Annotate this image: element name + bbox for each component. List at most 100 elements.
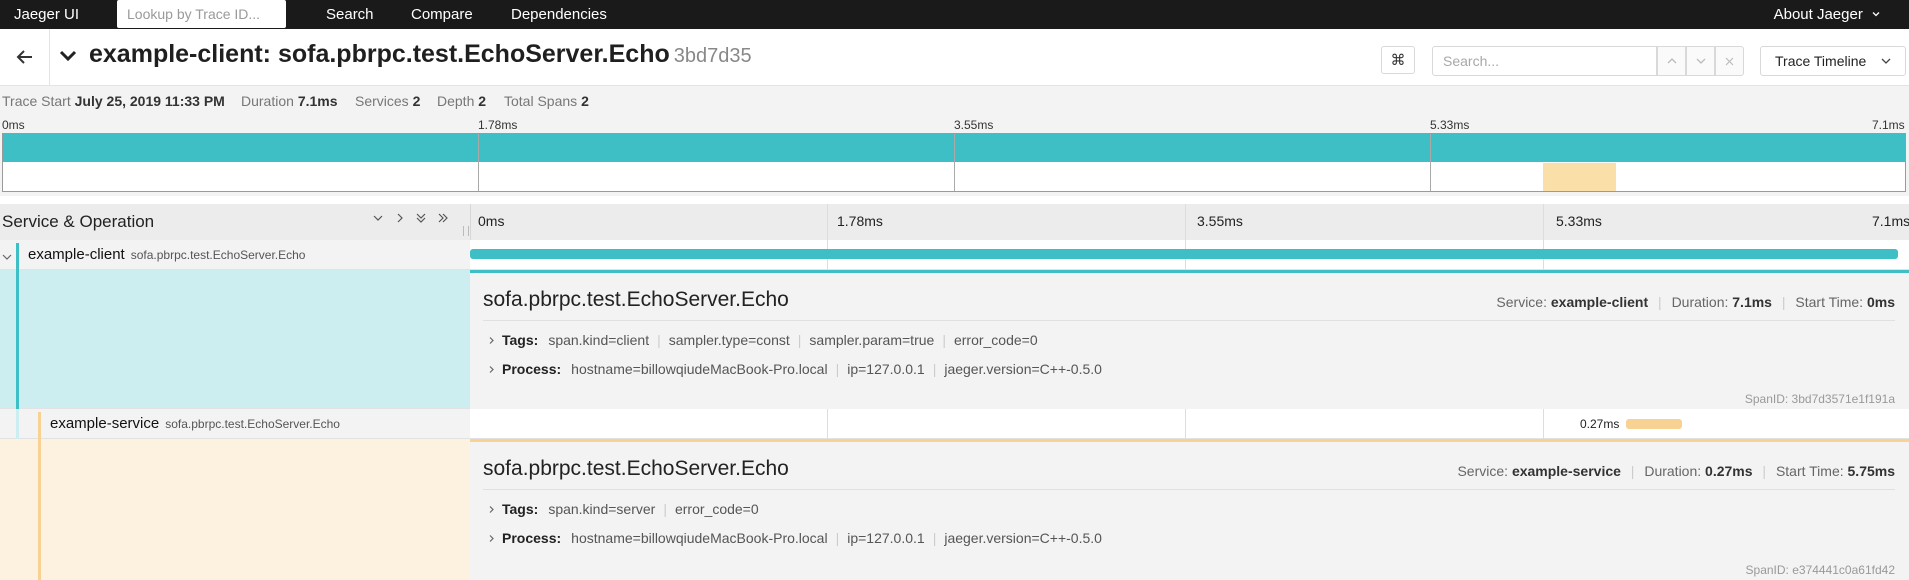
minimap-span-bar-service [1543,163,1616,191]
span-name-client[interactable]: example-client sofa.pbrpc.test.EchoServer… [28,246,305,263]
about-label: About Jaeger [1773,6,1863,23]
header-gridline [827,204,828,240]
collapse-one-icon[interactable] [372,211,384,227]
process-item: hostname=billowqiudeMacBook-Pro.local [571,361,828,377]
tag-item: sampler.param=true [809,332,935,348]
span-bar-service[interactable] [1626,419,1682,429]
nav-dependencies[interactable]: Dependencies [511,6,607,23]
span-bar-client[interactable] [470,249,1898,259]
chevron-right-icon [489,337,494,344]
span-id: SpanID: 3bd7d3571e1f191a [1744,392,1895,406]
process-row[interactable]: Process: hostname=billowqiudeMacBook-Pro.… [487,361,1110,377]
trace-title-text: example-client: sofa.pbrpc.test.EchoServ… [89,40,670,68]
process-item: jaeger.version=C++-0.5.0 [944,361,1102,377]
next-match-button[interactable] [1686,46,1715,76]
column-resizer[interactable] [463,226,469,236]
process-item: ip=127.0.0.1 [847,530,925,546]
service-operation-header: Service & Operation [2,212,155,231]
nav-search[interactable]: Search [326,6,374,23]
row-gridline [1543,409,1544,439]
trace-header: example-client: sofa.pbrpc.test.EchoServ… [0,29,1909,86]
collapse-all-icon[interactable] [415,211,427,227]
minimap-tick: 5.33ms [1430,118,1470,132]
process-row[interactable]: Process: hostname=billowqiudeMacBook-Pro.… [487,530,1110,546]
trace-depth: Depth 2 [437,93,487,109]
timeline-tick: 1.78ms [837,213,883,229]
close-icon [1725,57,1734,65]
brand-logo[interactable]: Jaeger UI [14,6,79,23]
about-jaeger-menu[interactable]: About Jaeger [1774,6,1881,23]
span-color-bar-client-detail [16,270,19,409]
view-mode-label: Trace Timeline [1775,53,1867,69]
span-service: example-client [28,246,125,263]
trace-total-spans: Total Spans 2 [504,93,589,109]
arrow-left-icon [16,50,32,64]
chevron-down-icon [1872,12,1880,17]
top-nav: Jaeger UI Search Compare Dependencies Ab… [0,0,1909,29]
view-mode-select[interactable]: Trace Timeline [1760,46,1906,76]
trace-id-lookup-input[interactable] [117,0,286,28]
span-operation: sofa.pbrpc.test.EchoServer.Echo [165,417,340,431]
prev-match-button[interactable] [1657,46,1686,76]
clear-search-button[interactable] [1715,46,1744,76]
chevron-down-icon [1881,58,1891,64]
tree-indent-guide [16,409,19,439]
detail-title: sofa.pbrpc.test.EchoServer.Echo [483,457,789,480]
minimap-tick: 3.55ms [954,118,994,132]
detail-meta: Service: example-client | Duration: 7.1m… [1496,294,1895,310]
chevron-right-icon [489,535,494,542]
chevron-right-icon [489,366,494,373]
chevron-down-icon[interactable] [2,249,12,267]
timeline-tick: 0ms [478,213,505,229]
tags-row[interactable]: Tags: span.kind=server | error_code=0 [487,501,767,517]
minimap-gridline [954,134,955,191]
span-id: SpanID: e374441c0a61fd42 [1745,563,1895,577]
detail-divider [483,320,1895,321]
minimap-tick: 1.78ms [478,118,518,132]
detail-divider [483,489,1895,490]
header-gridline [1185,204,1186,240]
timeline-tick: 5.33ms [1556,213,1602,229]
tag-item: error_code=0 [674,501,759,517]
expand-one-icon[interactable] [394,211,406,227]
detail-meta: Service: example-service | Duration: 0.2… [1457,463,1895,479]
collapse-chevron-icon[interactable] [58,49,78,68]
span-operation: sofa.pbrpc.test.EchoServer.Echo [130,248,306,262]
tag-item: span.kind=server [548,501,656,517]
minimap-tick: 7.1ms [1872,118,1905,132]
expand-all-icon[interactable] [437,211,449,227]
trace-search-input[interactable] [1432,46,1657,76]
keyboard-shortcuts-button[interactable]: ⌘ [1381,46,1415,74]
span-service: example-service [50,415,160,432]
minimap-tick: 0ms [2,118,25,132]
chevron-down-icon [1696,58,1705,64]
process-item: hostname=billowqiudeMacBook-Pro.local [571,530,828,546]
minimap-gridline [1430,134,1431,191]
span-detail-service: sofa.pbrpc.test.EchoServer.Echo Service:… [470,439,1909,580]
chevron-right-icon [489,506,494,513]
span-timeline-row-service[interactable] [470,409,1909,439]
tag-item: span.kind=client [548,332,650,348]
span-detail-client: sofa.pbrpc.test.EchoServer.Echo Service:… [470,270,1909,409]
timeline-header [0,204,1909,241]
process-item: jaeger.version=C++-0.5.0 [944,530,1102,546]
row-gridline [827,409,828,439]
trace-services: Services 2 [355,93,421,109]
span-name-service[interactable]: example-service sofa.pbrpc.test.EchoServe… [50,415,340,432]
nav-compare[interactable]: Compare [411,6,473,23]
trace-id: 3bd7d35 [673,45,752,67]
process-item: ip=127.0.0.1 [847,361,925,377]
span-detail-gutter-service [0,439,470,580]
timeline-tick: 3.55ms [1197,213,1243,229]
span-detail-gutter-client [0,270,470,409]
row-gridline [1185,409,1186,439]
tag-item: error_code=0 [953,332,1038,348]
chevron-up-icon [1667,58,1676,64]
trace-start: Trace Start July 25, 2019 11:33 PM [2,93,225,109]
detail-title: sofa.pbrpc.test.EchoServer.Echo [483,288,789,311]
back-button[interactable] [0,29,50,85]
tag-item: sampler.type=const [668,332,790,348]
span-bar-label: 0.27ms [1580,417,1620,431]
tags-row[interactable]: Tags: span.kind=client | sampler.type=const… [487,332,1046,348]
timeline-tick: 7.1ms [1872,213,1909,229]
